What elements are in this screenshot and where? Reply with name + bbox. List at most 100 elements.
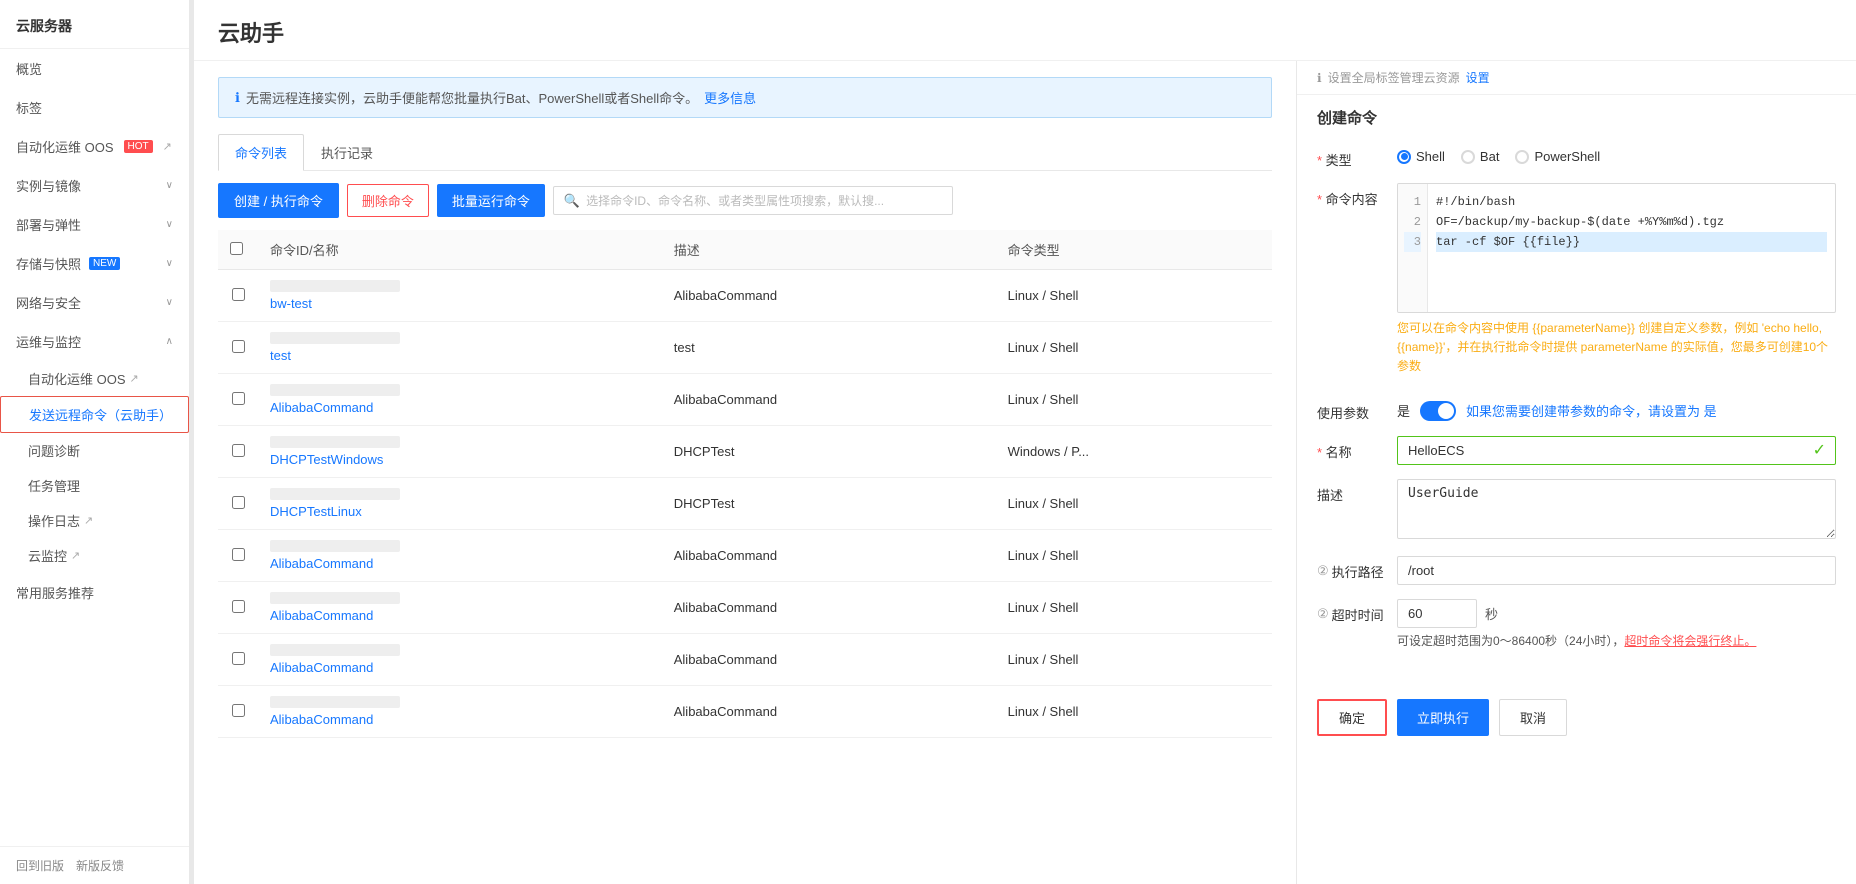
sub-label: 发送远程命令（云助手） (29, 408, 172, 423)
param-hint: 您可以在命令内容中使用 {{parameterName}} 创建自定义参数，例如… (1397, 313, 1836, 383)
radio-shell-circle (1397, 150, 1411, 164)
row-checkbox-cell[interactable] (218, 478, 258, 530)
row-checkbox[interactable] (232, 392, 245, 405)
right-panel-title: 创建命令 (1297, 95, 1856, 136)
timeout-label: ② 超时时间 (1317, 599, 1397, 624)
cmd-type-cell: Linux / Shell (996, 634, 1272, 686)
create-execute-button[interactable]: 创建 / 执行命令 (218, 183, 339, 218)
row-checkbox[interactable] (232, 600, 245, 613)
tab-execution-records[interactable]: 执行记录 (304, 134, 390, 171)
row-checkbox[interactable] (232, 652, 245, 665)
sidebar-item-label: 常用服务推荐 (16, 583, 94, 602)
cmd-name[interactable]: AlibabaCommand (270, 556, 650, 571)
name-input[interactable] (1397, 436, 1836, 465)
row-checkbox-cell[interactable] (218, 530, 258, 582)
type-label: 类型 (1317, 144, 1397, 169)
more-info-link[interactable]: 更多信息 (704, 88, 756, 107)
select-all-header[interactable] (218, 230, 258, 270)
sub-label: 操作日志 (28, 511, 80, 530)
cmd-type: Windows / P... (1008, 444, 1089, 459)
sidebar-sub-operation-log[interactable]: 操作日志 ↗ (0, 503, 189, 538)
table-row: bw-test AlibabaCommand Linux / Shell (218, 270, 1272, 322)
sidebar-item-overview[interactable]: 概览 (0, 49, 189, 88)
row-checkbox-cell[interactable] (218, 686, 258, 738)
row-checkbox[interactable] (232, 704, 245, 717)
cmd-id (270, 436, 400, 448)
radio-shell-label: Shell (1416, 149, 1445, 164)
timeout-input[interactable] (1397, 599, 1477, 628)
search-box[interactable]: 🔍 选择命令ID、命令名称、或者类型属性项搜索，默认搜... (553, 186, 953, 215)
tab-command-list[interactable]: 命令列表 (218, 134, 304, 171)
row-checkbox[interactable] (232, 496, 245, 509)
delete-command-button[interactable]: 删除命令 (347, 184, 429, 217)
old-version-link[interactable]: 回到旧版 (16, 857, 64, 874)
exec-path-input[interactable] (1397, 556, 1836, 585)
batch-run-button[interactable]: 批量运行命令 (437, 184, 545, 217)
sidebar-section-deploy[interactable]: 部署与弹性 ∨ (0, 205, 189, 244)
sidebar-section-instances[interactable]: 实例与镜像 ∨ (0, 166, 189, 205)
right-panel: ℹ 设置全局标签管理云资源 设置 创建命令 类型 Shell (1296, 61, 1856, 884)
use-params-toggle[interactable] (1420, 401, 1456, 421)
sidebar-item-common-services[interactable]: 常用服务推荐 (0, 573, 189, 612)
section-label: 运维与监控 (16, 332, 81, 351)
exec-path-question-icon[interactable]: ② (1317, 563, 1329, 579)
feedback-link[interactable]: 新版反馈 (76, 857, 124, 874)
cmd-name[interactable]: DHCPTestLinux (270, 504, 650, 519)
cmd-name[interactable]: AlibabaCommand (270, 712, 650, 727)
sidebar-section-network[interactable]: 网络与安全 ∨ (0, 283, 189, 322)
radio-shell[interactable]: Shell (1397, 149, 1445, 164)
sidebar-sub-cloud-assistant[interactable]: 发送远程命令（云助手） (0, 396, 189, 433)
sidebar-sub-task-management[interactable]: 任务管理 (0, 468, 189, 503)
sidebar-footer: 回到旧版 新版反馈 (0, 846, 189, 884)
sub-label: 问题诊断 (28, 444, 80, 459)
timeout-hint-link[interactable]: 超时命令将会强行终止。 (1624, 634, 1756, 648)
confirm-button[interactable]: 确定 (1317, 699, 1387, 736)
sidebar-sub-cloud-monitor[interactable]: 云监控 ↗ (0, 538, 189, 573)
desc-control: UserGuide (1397, 479, 1836, 542)
cmd-name[interactable]: bw-test (270, 296, 650, 311)
execute-button[interactable]: 立即执行 (1397, 699, 1489, 736)
sidebar-item-automation[interactable]: 自动化运维 OOS HOT ↗ (0, 127, 189, 166)
cmd-name[interactable]: AlibabaCommand (270, 608, 650, 623)
radio-bat[interactable]: Bat (1461, 149, 1500, 164)
cmd-name[interactable]: AlibabaCommand (270, 660, 650, 675)
row-checkbox-cell[interactable] (218, 426, 258, 478)
cmd-desc-cell: AlibabaCommand (662, 270, 996, 322)
name-control: ✓ (1397, 436, 1836, 465)
cmd-type-cell: Linux / Shell (996, 530, 1272, 582)
sidebar-sub-ops-automation[interactable]: 自动化运维 OOS ↗ (0, 361, 189, 396)
cancel-button[interactable]: 取消 (1499, 699, 1567, 736)
row-checkbox-cell[interactable] (218, 582, 258, 634)
desc-textarea[interactable]: UserGuide (1397, 479, 1836, 539)
sidebar-section-storage[interactable]: 存储与快照 NEW ∨ (0, 244, 189, 283)
row-checkbox[interactable] (232, 548, 245, 561)
row-checkbox[interactable] (232, 444, 245, 457)
sidebar-item-tags[interactable]: 标签 (0, 88, 189, 127)
table-row: AlibabaCommand AlibabaCommand Linux / Sh… (218, 374, 1272, 426)
content-control: 1 2 3 #!/bin/bash OF=/backup/my-backup-$… (1397, 183, 1836, 383)
table-row: AlibabaCommand AlibabaCommand Linux / Sh… (218, 582, 1272, 634)
row-checkbox[interactable] (232, 288, 245, 301)
row-checkbox-cell[interactable] (218, 322, 258, 374)
table-row: test test Linux / Shell (218, 322, 1272, 374)
chevron-icon: ∨ (166, 258, 173, 269)
code-editor[interactable]: 1 2 3 #!/bin/bash OF=/backup/my-backup-$… (1397, 183, 1836, 313)
cmd-name[interactable]: AlibabaCommand (270, 400, 650, 415)
sidebar-section-ops[interactable]: 运维与监控 ∧ (0, 322, 189, 361)
row-checkbox-cell[interactable] (218, 634, 258, 686)
check-icon: ✓ (1813, 440, 1826, 460)
timeout-question-icon[interactable]: ② (1317, 606, 1329, 622)
sidebar-sub-problem-diagnosis[interactable]: 问题诊断 (0, 433, 189, 468)
name-label: 名称 (1317, 436, 1397, 461)
settings-link[interactable]: 设置 (1466, 69, 1490, 86)
radio-powershell[interactable]: PowerShell (1515, 149, 1600, 164)
sub-label: 自动化运维 OOS (28, 369, 126, 388)
row-checkbox-cell[interactable] (218, 270, 258, 322)
cmd-name[interactable]: DHCPTestWindows (270, 452, 650, 467)
row-checkbox-cell[interactable] (218, 374, 258, 426)
right-panel-footer: 确定 立即执行 取消 (1297, 683, 1856, 752)
cmd-name[interactable]: test (270, 348, 650, 363)
code-content[interactable]: #!/bin/bash OF=/backup/my-backup-$(date … (1428, 184, 1835, 312)
select-all-checkbox[interactable] (230, 242, 243, 255)
row-checkbox[interactable] (232, 340, 245, 353)
